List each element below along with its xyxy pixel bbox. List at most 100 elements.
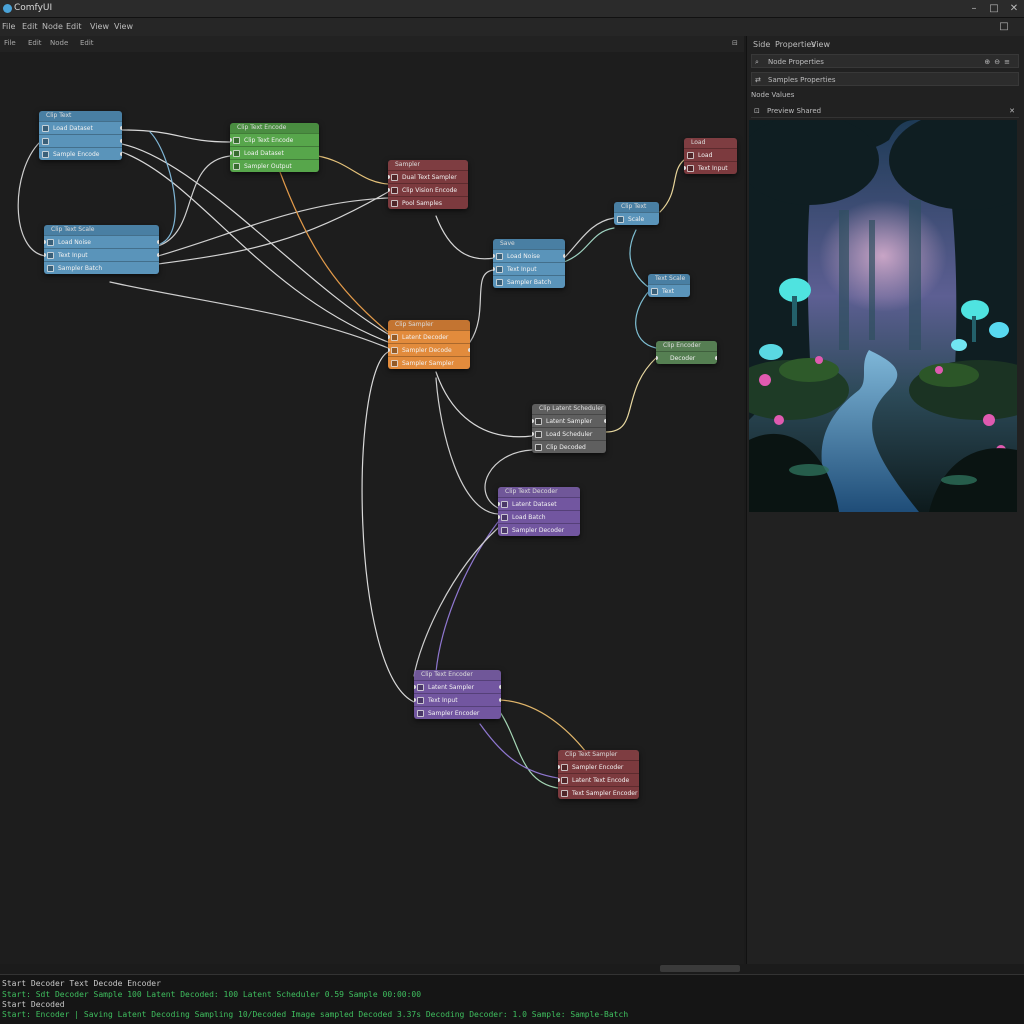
output-port[interactable] bbox=[715, 356, 717, 360]
panel-toggle-icon[interactable]: □ bbox=[996, 20, 1012, 34]
toolbar-edit-2[interactable]: Edit bbox=[80, 39, 94, 47]
menu-view[interactable]: View bbox=[114, 22, 133, 31]
node-clip-text-encoder[interactable]: Clip Text Encoder Latent Sampler Text In… bbox=[414, 670, 501, 719]
node-input-icon bbox=[233, 163, 240, 170]
input-port[interactable] bbox=[656, 356, 658, 360]
output-port[interactable] bbox=[157, 240, 159, 244]
input-port[interactable] bbox=[388, 188, 390, 192]
output-port[interactable] bbox=[157, 253, 159, 257]
node-save[interactable]: Save Load Noise Text Input Sampler Batch bbox=[493, 239, 565, 288]
node-clip-text-encode[interactable]: Clip Text Encode Clip Text Encode Load D… bbox=[230, 123, 319, 172]
wire bbox=[469, 269, 495, 343]
input-port[interactable] bbox=[558, 765, 560, 769]
node-clip-text-scale[interactable]: Clip Text Scale Load Noise Text Input Sa… bbox=[44, 225, 159, 274]
wire bbox=[317, 155, 389, 185]
node-row: Sampler Batch bbox=[493, 275, 565, 288]
node-clip-text[interactable]: Clip Text Load Dataset Sample Encode bbox=[39, 111, 122, 160]
input-port[interactable] bbox=[388, 175, 390, 179]
input-port[interactable] bbox=[498, 515, 500, 519]
input-port[interactable] bbox=[498, 502, 500, 506]
node-load[interactable]: Load Load Text Input bbox=[684, 138, 737, 174]
output-port[interactable] bbox=[563, 254, 565, 258]
tab-side[interactable]: Side bbox=[753, 40, 770, 49]
node-input-icon bbox=[535, 418, 542, 425]
menu-file[interactable]: File bbox=[2, 22, 15, 31]
preview-image[interactable] bbox=[749, 120, 1017, 512]
node-input-icon bbox=[47, 265, 54, 272]
node-title: Save bbox=[493, 239, 565, 249]
panel-options-icon[interactable]: ⊕⊖≡ bbox=[984, 55, 1014, 69]
output-port[interactable] bbox=[120, 139, 122, 143]
minimize-button[interactable]: – bbox=[966, 2, 982, 16]
node-clip-sampler[interactable]: Clip Sampler Latent Decoder Sampler Deco… bbox=[388, 320, 470, 369]
tab-view[interactable]: View bbox=[811, 40, 830, 49]
node-row: Dual Text Sampler bbox=[388, 170, 468, 183]
node-clip-text-decode[interactable]: Clip Text Decode Scale Decoded bbox=[614, 202, 659, 225]
node-input-icon bbox=[42, 125, 49, 132]
input-port[interactable] bbox=[388, 335, 390, 339]
node-input-icon bbox=[496, 279, 503, 286]
node-input-icon bbox=[535, 444, 542, 451]
node-text-scale[interactable]: Text Scale Text Input bbox=[648, 274, 690, 297]
wire bbox=[435, 371, 533, 438]
input-port[interactable] bbox=[684, 166, 686, 170]
input-port[interactable] bbox=[44, 253, 46, 257]
node-input-icon bbox=[496, 253, 503, 260]
node-sampler[interactable]: Sampler Dual Text Sampler Clip Vision En… bbox=[388, 160, 468, 209]
tab-properties[interactable]: Properties bbox=[775, 40, 815, 49]
close-button[interactable]: ✕ bbox=[1006, 2, 1022, 16]
menu-node[interactable]: Node bbox=[42, 22, 63, 31]
menu-view[interactable]: View bbox=[90, 22, 109, 31]
node-row: Sampler Sampler bbox=[388, 356, 470, 369]
output-port[interactable] bbox=[120, 126, 122, 130]
panel-search-bar[interactable]: ⌕ Node Properties ⊕⊖≡ bbox=[751, 54, 1019, 68]
output-port[interactable] bbox=[120, 152, 122, 156]
input-port[interactable] bbox=[493, 267, 495, 271]
node-clip-text-decoder[interactable]: Clip Text Decoder Latent Dataset Load Ba… bbox=[498, 487, 580, 536]
section-label: Node Values bbox=[751, 91, 795, 99]
toolbar-file[interactable]: File bbox=[4, 39, 16, 47]
menu-edit-2[interactable]: Edit bbox=[66, 22, 82, 31]
canvas-menu-icon[interactable]: ⊟ bbox=[732, 39, 738, 47]
node-clip-latent-scheduler[interactable]: Clip Latent Scheduler Latent Sampler Bat… bbox=[532, 404, 606, 453]
input-port[interactable] bbox=[532, 432, 534, 436]
output-port[interactable] bbox=[468, 348, 470, 352]
close-icon[interactable]: ✕ bbox=[1009, 104, 1015, 118]
maximize-button[interactable]: □ bbox=[986, 2, 1002, 16]
input-port[interactable] bbox=[230, 151, 232, 155]
toolbar-node[interactable]: Node bbox=[50, 39, 68, 47]
input-port[interactable] bbox=[230, 138, 232, 142]
node-input-icon bbox=[233, 137, 240, 144]
input-port[interactable] bbox=[414, 698, 416, 702]
output-port[interactable] bbox=[499, 698, 501, 702]
input-port[interactable] bbox=[532, 419, 534, 423]
node-input-icon bbox=[417, 710, 424, 717]
node-title: Clip Encoder bbox=[656, 341, 717, 351]
input-port[interactable] bbox=[414, 685, 416, 689]
property-row[interactable]: ⇄ Samples Properties bbox=[751, 72, 1019, 86]
node-row: Load Batch bbox=[498, 510, 580, 523]
node-graph-canvas[interactable]: Clip Text Load Dataset Sample Encode Cli… bbox=[0, 52, 744, 964]
node-row bbox=[39, 134, 122, 147]
wire bbox=[121, 129, 231, 143]
horizontal-scrollbar[interactable] bbox=[660, 965, 740, 972]
search-icon: ⌕ bbox=[755, 58, 759, 66]
wire bbox=[499, 699, 587, 753]
output-port[interactable] bbox=[499, 685, 501, 689]
node-input-icon bbox=[687, 152, 694, 159]
node-input-icon bbox=[561, 764, 568, 771]
node-clip-encoder[interactable]: Clip Encoder Decoder bbox=[656, 341, 717, 364]
node-clip-text-sampler[interactable]: Clip Text Sampler Sampler Encoder Latent… bbox=[558, 750, 639, 799]
toolbar-edit[interactable]: Edit bbox=[28, 39, 42, 47]
input-port[interactable] bbox=[44, 240, 46, 244]
app-logo-icon bbox=[3, 4, 12, 13]
wire bbox=[435, 215, 495, 260]
input-port[interactable] bbox=[493, 254, 495, 258]
menu-edit[interactable]: Edit bbox=[22, 22, 38, 31]
output-port[interactable] bbox=[604, 419, 606, 423]
input-port[interactable] bbox=[558, 778, 560, 782]
wire bbox=[279, 171, 389, 333]
node-input-icon bbox=[391, 334, 398, 341]
input-port[interactable] bbox=[388, 348, 390, 352]
menu-bar: File Edit Node Edit View View □ bbox=[0, 18, 1024, 36]
